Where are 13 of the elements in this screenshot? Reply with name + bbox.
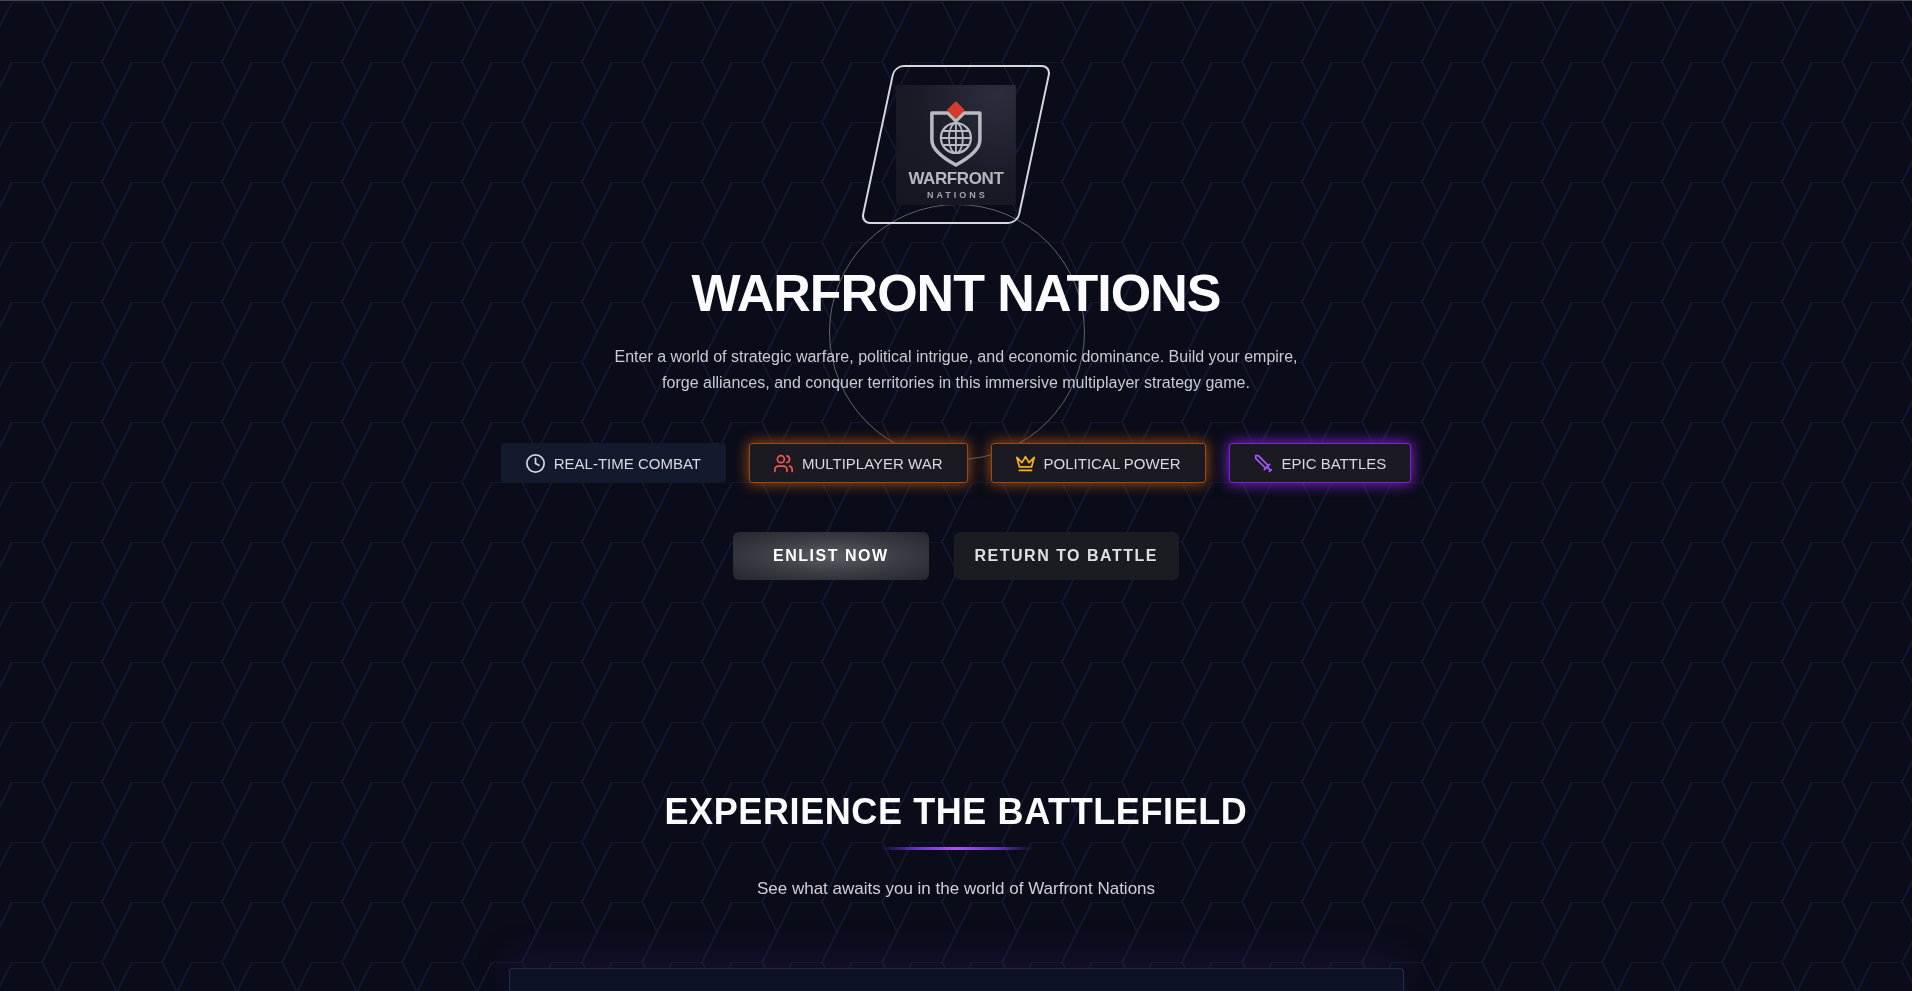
hero-description: Enter a world of strategic warfare, political intrigue, and economic dominance. Build your empire, forge alliances, and conquer territories in this immersive multiplayer strategy game. — [613, 347, 1299, 393]
feature-label: REAL-TIME COMBAT — [553, 454, 701, 472]
feature-label: EPIC BATTLES — [1281, 454, 1387, 472]
logo-wordmark: WARFRONT — [908, 169, 1004, 187]
logo-tagline: NATIONS — [926, 189, 988, 200]
shield-globe-icon — [928, 99, 984, 167]
primary-button[interactable]: ENLIST NOW — [733, 532, 929, 580]
feature-label: MULTIPLAYER WAR — [801, 454, 943, 472]
hero-title: WARFRONT NATIONS — [691, 265, 1221, 322]
section-title: EXPERIENCE THE BATTLEFIELD — [664, 790, 1248, 833]
section-subtitle: See what awaits you in the world of Warfront Nations — [756, 878, 1156, 900]
secondary-button[interactable]: RETURN TO BATTLE — [953, 532, 1179, 580]
feature-label: POLITICAL POWER — [1043, 454, 1181, 472]
